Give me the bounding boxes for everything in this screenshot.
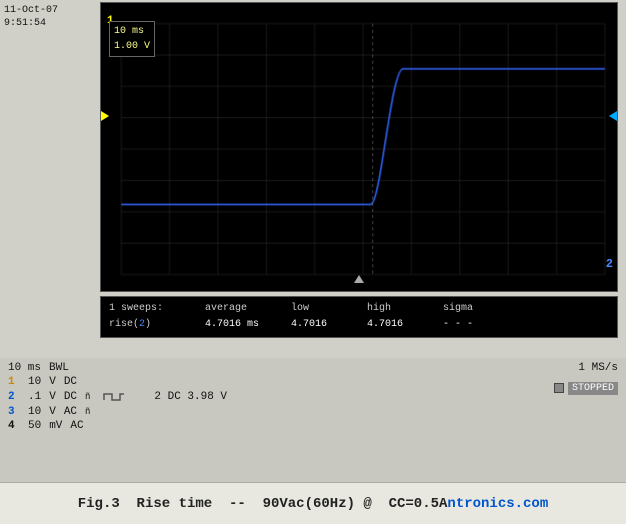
ch1-coupling: DC bbox=[64, 376, 77, 388]
sweeps-label: 1 sweeps: bbox=[109, 301, 189, 317]
ch2-num: 2 bbox=[8, 391, 20, 403]
ch2-dc-label: 2 DC 3.98 V bbox=[154, 391, 227, 403]
sigma-col: sigma bbox=[443, 301, 473, 317]
ch4-num: 4 bbox=[8, 420, 20, 432]
trigger-arrow-left bbox=[101, 111, 109, 121]
sigma-value: - - - bbox=[443, 317, 473, 333]
sq-wave-icon bbox=[102, 390, 126, 404]
trigger-arrow-right bbox=[609, 111, 617, 121]
ch1-row: 1 10 V DC bbox=[8, 376, 618, 388]
bottom-panel: 10 ms BWL 1 10 V DC 2 .1 V DC ñ 2 DC 3.9… bbox=[0, 358, 626, 482]
date-time: 11-Oct-07 9:51:54 bbox=[4, 4, 58, 30]
bwl-label: BWL bbox=[49, 362, 69, 374]
ch3-num: 3 bbox=[8, 406, 20, 418]
timebase-value: 10 ms bbox=[114, 26, 144, 37]
ch2-unit: V bbox=[49, 391, 56, 403]
status-badge: STOPPED bbox=[568, 382, 618, 395]
ch3-row: 3 10 V AC ñ bbox=[8, 406, 618, 418]
ch3-coupling: AC bbox=[64, 406, 77, 418]
ch2-row: 2 .1 V DC ñ 2 DC 3.98 V bbox=[8, 390, 618, 404]
ch4-coupling: AC bbox=[70, 420, 83, 432]
ch1-num: 1 bbox=[8, 376, 20, 388]
status-row: STOPPED bbox=[554, 380, 618, 395]
avg-value: 4.7016 ms bbox=[205, 317, 275, 333]
ch2-extra: ñ bbox=[85, 392, 90, 402]
avg-col: average bbox=[205, 301, 275, 317]
brand-caption: ntronics.com bbox=[447, 496, 548, 512]
voltage-value: 1.00 V bbox=[114, 41, 150, 52]
status-icon bbox=[554, 383, 564, 393]
meas-header-row: 1 sweeps: average low high sigma bbox=[109, 301, 609, 317]
high-value: 4.7016 bbox=[367, 317, 427, 333]
low-col: low bbox=[291, 301, 351, 317]
time-label: 9:51:54 bbox=[4, 18, 46, 29]
ch3-extra: ñ bbox=[85, 407, 90, 417]
timebase-row: 10 ms BWL bbox=[8, 362, 618, 374]
caption: Fig.3 Rise time -- 90Vac(60Hz) @ CC=0.5A… bbox=[0, 482, 626, 524]
ch4-unit: mV bbox=[49, 420, 62, 432]
ch3-unit: V bbox=[49, 406, 56, 418]
sample-rate: 1 MS/s bbox=[554, 362, 618, 374]
timebase-label: 10 ms bbox=[8, 362, 41, 374]
scope-display: LeCroy 10 ms 1.00 V 1 2 bbox=[100, 2, 618, 292]
measurements-panel: 1 sweeps: average low high sigma rise(2)… bbox=[100, 296, 618, 338]
param-label: rise(2) bbox=[109, 317, 189, 333]
info-box: 10 ms 1.00 V bbox=[109, 21, 155, 57]
param-ch: 2 bbox=[139, 319, 145, 330]
ch4-volt: 50 bbox=[28, 420, 41, 432]
ch2-volt: .1 bbox=[28, 391, 41, 403]
high-col: high bbox=[367, 301, 427, 317]
ch1-volt: 10 bbox=[28, 376, 41, 388]
low-value: 4.7016 bbox=[291, 317, 351, 333]
trigger-arrow-bottom bbox=[354, 275, 364, 283]
date-label: 11-Oct-07 bbox=[4, 5, 58, 16]
meas-values-row: rise(2) 4.7016 ms 4.7016 4.7016 - - - bbox=[109, 317, 609, 333]
ch1-unit: V bbox=[49, 376, 56, 388]
channel-2-label: 2 bbox=[606, 257, 613, 271]
caption-text: Fig.3 Rise time -- 90Vac(60Hz) @ CC=0.5A bbox=[78, 496, 448, 512]
right-panel: 1 MS/s STOPPED bbox=[554, 362, 618, 395]
ch4-row: 4 50 mV AC bbox=[8, 420, 618, 432]
ch3-volt: 10 bbox=[28, 406, 41, 418]
waveform-canvas bbox=[101, 3, 617, 291]
ch2-coupling: DC bbox=[64, 391, 77, 403]
